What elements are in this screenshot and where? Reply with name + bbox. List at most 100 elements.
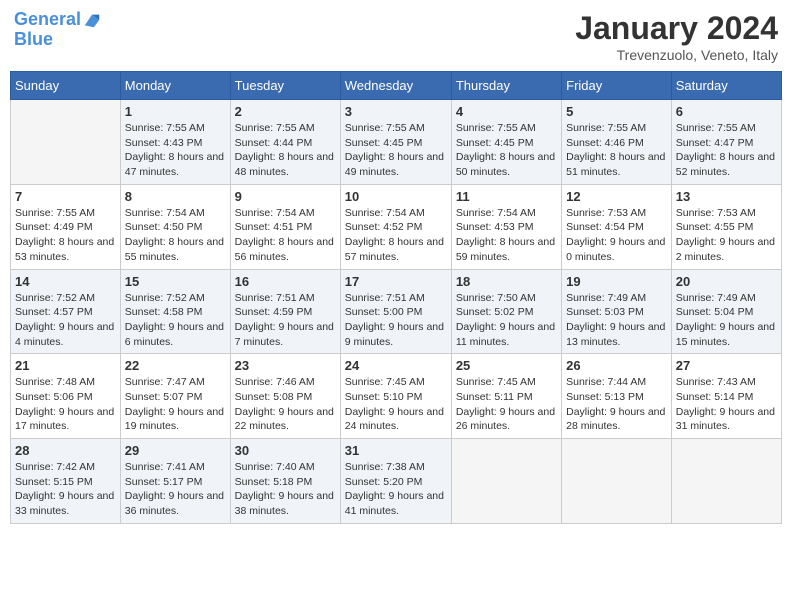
day-info: Sunrise: 7:55 AMSunset: 4:49 PMDaylight:… (15, 206, 116, 265)
day-number: 5 (566, 104, 667, 119)
day-number: 9 (235, 189, 336, 204)
day-number: 11 (456, 189, 557, 204)
calendar-day-cell: 31 Sunrise: 7:38 AMSunset: 5:20 PMDayligh… (340, 439, 451, 524)
day-info: Sunrise: 7:55 AMSunset: 4:45 PMDaylight:… (456, 121, 557, 180)
calendar-day-cell: 24 Sunrise: 7:45 AMSunset: 5:10 PMDayligh… (340, 354, 451, 439)
logo-icon (83, 11, 101, 29)
calendar-day-cell: 29 Sunrise: 7:41 AMSunset: 5:17 PMDayligh… (120, 439, 230, 524)
calendar-day-cell: 26 Sunrise: 7:44 AMSunset: 5:13 PMDayligh… (562, 354, 672, 439)
day-info: Sunrise: 7:51 AMSunset: 5:00 PMDaylight:… (345, 291, 447, 350)
day-info: Sunrise: 7:55 AMSunset: 4:45 PMDaylight:… (345, 121, 447, 180)
day-number: 6 (676, 104, 777, 119)
day-number: 31 (345, 443, 447, 458)
calendar-day-cell: 28Sunrise: 7:42 AMSunset: 5:15 PMDayligh… (11, 439, 121, 524)
calendar-week-row: 7 Sunrise: 7:55 AMSunset: 4:49 PMDaylight… (11, 184, 782, 269)
day-info: Sunrise: 7:54 AMSunset: 4:51 PMDaylight:… (235, 206, 336, 265)
calendar-day-cell: 3Sunrise: 7:55 AMSunset: 4:45 PMDaylight… (340, 100, 451, 185)
calendar-day-cell (562, 439, 672, 524)
day-number: 4 (456, 104, 557, 119)
calendar-day-cell: 18 Sunrise: 7:50 AMSunset: 5:02 PMDayligh… (451, 269, 561, 354)
day-number: 27 (676, 358, 777, 373)
day-number: 12 (566, 189, 667, 204)
day-info: Sunrise: 7:53 AMSunset: 4:55 PMDaylight:… (676, 206, 777, 265)
calendar-day-cell: 10 Sunrise: 7:54 AMSunset: 4:52 PMDayligh… (340, 184, 451, 269)
day-number: 22 (125, 358, 226, 373)
weekday-header-monday: Monday (120, 72, 230, 100)
logo-text-blue: Blue (14, 30, 101, 50)
calendar-day-cell (671, 439, 781, 524)
calendar-day-cell: 27Sunrise: 7:43 AMSunset: 5:14 PMDayligh… (671, 354, 781, 439)
calendar-day-cell: 8Sunrise: 7:54 AMSunset: 4:50 PMDaylight… (120, 184, 230, 269)
day-number: 19 (566, 274, 667, 289)
calendar-day-cell (11, 100, 121, 185)
day-number: 24 (345, 358, 447, 373)
day-info: Sunrise: 7:50 AMSunset: 5:02 PMDaylight:… (456, 291, 557, 350)
day-number: 30 (235, 443, 336, 458)
day-info: Sunrise: 7:52 AMSunset: 4:57 PMDaylight:… (15, 291, 116, 350)
calendar-day-cell: 23Sunrise: 7:46 AMSunset: 5:08 PMDayligh… (230, 354, 340, 439)
calendar-day-cell: 9 Sunrise: 7:54 AMSunset: 4:51 PMDaylight… (230, 184, 340, 269)
weekday-header-wednesday: Wednesday (340, 72, 451, 100)
day-info: Sunrise: 7:48 AMSunset: 5:06 PMDaylight:… (15, 375, 116, 434)
day-number: 20 (676, 274, 777, 289)
day-number: 13 (676, 189, 777, 204)
day-info: Sunrise: 7:54 AMSunset: 4:53 PMDaylight:… (456, 206, 557, 265)
day-info: Sunrise: 7:47 AMSunset: 5:07 PMDaylight:… (125, 375, 226, 434)
day-number: 14 (15, 274, 116, 289)
logo: General Blue (14, 10, 101, 50)
day-number: 18 (456, 274, 557, 289)
day-number: 10 (345, 189, 447, 204)
day-number: 28 (15, 443, 116, 458)
day-info: Sunrise: 7:41 AMSunset: 5:17 PMDaylight:… (125, 460, 226, 519)
day-info: Sunrise: 7:44 AMSunset: 5:13 PMDaylight:… (566, 375, 667, 434)
calendar-day-cell: 22 Sunrise: 7:47 AMSunset: 5:07 PMDayligh… (120, 354, 230, 439)
calendar-day-cell: 20 Sunrise: 7:49 AMSunset: 5:04 PMDayligh… (671, 269, 781, 354)
location-subtitle: Trevenzuolo, Veneto, Italy (575, 47, 778, 63)
day-info: Sunrise: 7:54 AMSunset: 4:52 PMDaylight:… (345, 206, 447, 265)
day-info: Sunrise: 7:51 AMSunset: 4:59 PMDaylight:… (235, 291, 336, 350)
calendar-day-cell: 7 Sunrise: 7:55 AMSunset: 4:49 PMDaylight… (11, 184, 121, 269)
calendar-day-cell: 13 Sunrise: 7:53 AMSunset: 4:55 PMDayligh… (671, 184, 781, 269)
calendar-day-cell: 17Sunrise: 7:51 AMSunset: 5:00 PMDayligh… (340, 269, 451, 354)
calendar-day-cell: 16Sunrise: 7:51 AMSunset: 4:59 PMDayligh… (230, 269, 340, 354)
day-info: Sunrise: 7:46 AMSunset: 5:08 PMDaylight:… (235, 375, 336, 434)
day-info: Sunrise: 7:45 AMSunset: 5:10 PMDaylight:… (345, 375, 447, 434)
day-info: Sunrise: 7:49 AMSunset: 5:04 PMDaylight:… (676, 291, 777, 350)
calendar-week-row: 1Sunrise: 7:55 AMSunset: 4:43 PMDaylight… (11, 100, 782, 185)
day-number: 15 (125, 274, 226, 289)
day-number: 26 (566, 358, 667, 373)
calendar-day-cell: 30 Sunrise: 7:40 AMSunset: 5:18 PMDayligh… (230, 439, 340, 524)
calendar-day-cell: 21 Sunrise: 7:48 AMSunset: 5:06 PMDayligh… (11, 354, 121, 439)
day-info: Sunrise: 7:55 AMSunset: 4:44 PMDaylight:… (235, 121, 336, 180)
calendar-day-cell (451, 439, 561, 524)
calendar-day-cell: 1Sunrise: 7:55 AMSunset: 4:43 PMDaylight… (120, 100, 230, 185)
day-number: 2 (235, 104, 336, 119)
day-info: Sunrise: 7:52 AMSunset: 4:58 PMDaylight:… (125, 291, 226, 350)
weekday-header-thursday: Thursday (451, 72, 561, 100)
day-number: 21 (15, 358, 116, 373)
title-area: January 2024 Trevenzuolo, Veneto, Italy (575, 10, 778, 63)
weekday-header-saturday: Saturday (671, 72, 781, 100)
day-number: 8 (125, 189, 226, 204)
weekday-header-friday: Friday (562, 72, 672, 100)
month-title: January 2024 (575, 10, 778, 47)
calendar-week-row: 28Sunrise: 7:42 AMSunset: 5:15 PMDayligh… (11, 439, 782, 524)
logo-text: General (14, 10, 81, 30)
day-info: Sunrise: 7:38 AMSunset: 5:20 PMDaylight:… (345, 460, 447, 519)
page-header: General Blue January 2024 Trevenzuolo, V… (10, 10, 782, 63)
calendar-day-cell: 11 Sunrise: 7:54 AMSunset: 4:53 PMDayligh… (451, 184, 561, 269)
day-info: Sunrise: 7:55 AMSunset: 4:47 PMDaylight:… (676, 121, 777, 180)
calendar-day-cell: 15 Sunrise: 7:52 AMSunset: 4:58 PMDayligh… (120, 269, 230, 354)
calendar-day-cell: 25Sunrise: 7:45 AMSunset: 5:11 PMDayligh… (451, 354, 561, 439)
day-number: 29 (125, 443, 226, 458)
calendar-table: SundayMondayTuesdayWednesdayThursdayFrid… (10, 71, 782, 524)
day-info: Sunrise: 7:40 AMSunset: 5:18 PMDaylight:… (235, 460, 336, 519)
day-number: 1 (125, 104, 226, 119)
weekday-header-row: SundayMondayTuesdayWednesdayThursdayFrid… (11, 72, 782, 100)
day-info: Sunrise: 7:53 AMSunset: 4:54 PMDaylight:… (566, 206, 667, 265)
weekday-header-sunday: Sunday (11, 72, 121, 100)
calendar-day-cell: 4 Sunrise: 7:55 AMSunset: 4:45 PMDaylight… (451, 100, 561, 185)
day-number: 7 (15, 189, 116, 204)
calendar-day-cell: 5Sunrise: 7:55 AMSunset: 4:46 PMDaylight… (562, 100, 672, 185)
day-number: 25 (456, 358, 557, 373)
